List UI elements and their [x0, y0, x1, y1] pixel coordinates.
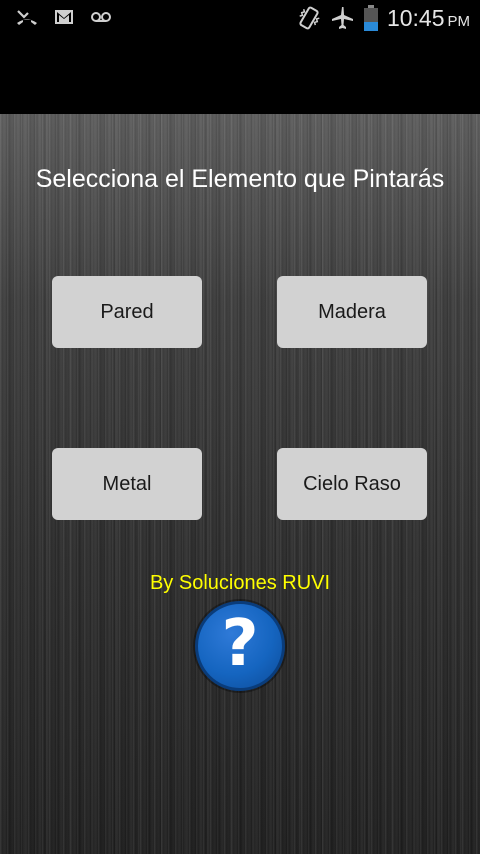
action-bar-area: [0, 38, 480, 114]
vibrate-icon: [297, 5, 321, 31]
missed-call-icon: [16, 8, 38, 26]
clock-time: 10:45: [386, 4, 445, 31]
credit-text: By Soluciones RUVI: [149, 572, 331, 594]
clock-ampm: PM: [447, 12, 471, 30]
airplane-mode-icon: [329, 5, 355, 31]
help-button[interactable]: ?: [195, 601, 285, 691]
clock: 10:45 PM: [387, 5, 470, 32]
battery-icon: [363, 4, 379, 32]
cielo-raso-button[interactable]: Cielo Raso: [277, 448, 427, 520]
system-icons: 10:45 PM: [297, 4, 470, 32]
question-mark-icon: ?: [221, 607, 259, 681]
status-bar: 10:45 PM: [0, 0, 480, 38]
page-title: Selecciona el Elemento que Pintarás: [35, 165, 445, 193]
metal-button[interactable]: Metal: [52, 448, 202, 520]
gmail-icon: [54, 9, 74, 25]
voicemail-icon: [90, 11, 112, 23]
madera-button[interactable]: Madera: [277, 276, 427, 348]
notification-icons: [16, 8, 112, 26]
pared-button[interactable]: Pared: [52, 276, 202, 348]
